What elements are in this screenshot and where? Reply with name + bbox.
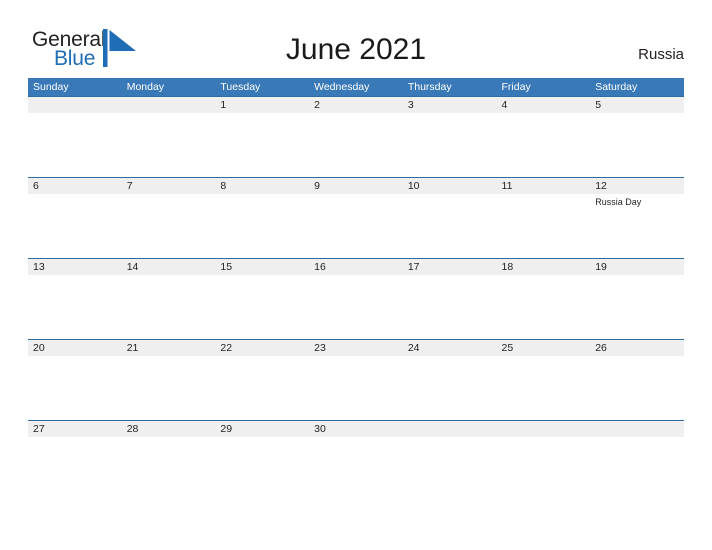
day-number: 11 <box>501 180 513 192</box>
day-number: 3 <box>407 99 414 111</box>
day-number: 20 <box>33 342 45 354</box>
weekday-header-friday: Friday <box>501 81 531 93</box>
day-cell[interactable] <box>28 97 122 177</box>
day-cell[interactable] <box>122 97 216 177</box>
day-number <box>502 421 591 437</box>
day-cell[interactable] <box>497 421 591 501</box>
weekday-header-saturday: Saturday <box>595 81 638 93</box>
calendar-week-row: 1 2 3 4 5 <box>28 96 684 177</box>
day-number: 10 <box>407 180 420 192</box>
day-cell[interactable]: 10 <box>403 178 497 258</box>
day-cell[interactable]: 5 <box>590 97 684 177</box>
day-cell[interactable]: 26 <box>590 340 684 420</box>
day-cell[interactable]: 27 <box>28 421 122 501</box>
day-number: 21 <box>126 342 139 354</box>
day-number <box>33 97 122 113</box>
weekday-header-monday: Monday <box>126 81 165 93</box>
day-cell[interactable]: 22 <box>215 340 309 420</box>
day-number <box>127 97 216 113</box>
day-number: 4 <box>501 99 508 111</box>
day-number: 25 <box>501 342 514 354</box>
day-number: 8 <box>220 180 227 192</box>
day-cell[interactable]: 30 <box>309 421 403 501</box>
day-cell[interactable]: 3 <box>403 97 497 177</box>
day-cell[interactable]: 4 <box>497 97 591 177</box>
day-number: 22 <box>220 342 233 354</box>
day-cell[interactable]: 19 <box>590 259 684 339</box>
day-number: 14 <box>126 261 139 273</box>
day-cell[interactable]: 24 <box>403 340 497 420</box>
day-cell[interactable] <box>590 421 684 501</box>
day-event: Russia Day <box>595 197 642 207</box>
day-cell[interactable]: 9 <box>309 178 403 258</box>
calendar-week-row: 20 21 22 23 24 25 26 <box>28 339 684 420</box>
day-cell[interactable]: 14 <box>122 259 216 339</box>
day-cell[interactable]: 8 <box>215 178 309 258</box>
page-header: General Blue June 2021 Russia <box>0 0 712 78</box>
day-cell[interactable]: 29 <box>215 421 309 501</box>
day-number: 6 <box>33 180 39 192</box>
day-number <box>408 421 497 437</box>
day-cell[interactable]: 7 <box>122 178 216 258</box>
day-cell[interactable]: 13 <box>28 259 122 339</box>
weekday-header-tuesday: Tuesday <box>220 81 261 93</box>
day-number: 5 <box>595 99 602 111</box>
day-cell[interactable]: 28 <box>122 421 216 501</box>
day-number: 12 <box>595 180 607 192</box>
day-number: 19 <box>595 261 607 273</box>
day-cell[interactable]: 6 <box>28 178 122 258</box>
day-number: 18 <box>501 261 514 273</box>
day-number: 27 <box>33 423 45 435</box>
day-cell[interactable]: 25 <box>497 340 591 420</box>
day-number: 15 <box>220 261 233 273</box>
page-title: June 2021 <box>285 33 427 66</box>
calendar-week-row: 6 7 8 9 10 11 12 Russia Day <box>28 177 684 258</box>
day-number: 16 <box>314 261 326 273</box>
day-number: 28 <box>126 423 139 435</box>
day-cell[interactable]: 11 <box>497 178 591 258</box>
day-cell[interactable] <box>403 421 497 501</box>
day-number: 1 <box>220 99 227 111</box>
day-number: 23 <box>314 342 326 354</box>
day-cell[interactable]: 2 <box>309 97 403 177</box>
day-number: 29 <box>220 423 233 435</box>
day-number: 2 <box>314 99 320 111</box>
calendar-week-row: 13 14 15 16 17 18 19 <box>28 258 684 339</box>
day-number: 24 <box>407 342 420 354</box>
day-number: 9 <box>314 180 320 192</box>
day-cell[interactable]: 1 <box>215 97 309 177</box>
day-number: 26 <box>595 342 607 354</box>
day-number <box>595 421 684 437</box>
day-number: 30 <box>314 423 326 435</box>
calendar-page: General Blue June 2021 Russia Sunday Mon… <box>0 0 712 550</box>
day-cell[interactable]: 23 <box>309 340 403 420</box>
weekday-header-row: Sunday Monday Tuesday Wednesday Thursday… <box>28 78 684 96</box>
day-cell[interactable]: 17 <box>403 259 497 339</box>
day-cell[interactable]: 20 <box>28 340 122 420</box>
day-cell[interactable]: 16 <box>309 259 403 339</box>
day-cell[interactable]: 21 <box>122 340 216 420</box>
day-cell[interactable]: 15 <box>215 259 309 339</box>
day-cell[interactable]: 18 <box>497 259 591 339</box>
weekday-header-sunday: Sunday <box>33 81 69 93</box>
calendar-grid: Sunday Monday Tuesday Wednesday Thursday… <box>28 78 684 501</box>
calendar-week-row: 27 28 29 30 <box>28 420 684 501</box>
weekday-header-wednesday: Wednesday <box>314 81 370 93</box>
weekday-header-thursday: Thursday <box>407 81 452 93</box>
day-number: 7 <box>126 180 133 192</box>
day-number: 17 <box>407 261 420 273</box>
day-number: 13 <box>33 261 45 273</box>
region-label: Russia <box>638 46 684 63</box>
day-cell-holiday[interactable]: 12 Russia Day <box>590 178 684 258</box>
